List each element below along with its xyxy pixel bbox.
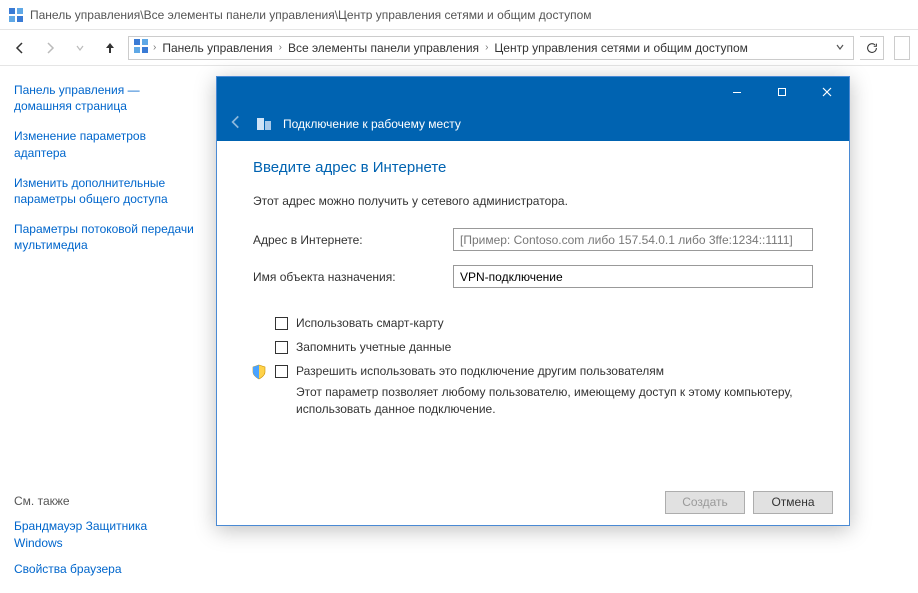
maximize-button[interactable]	[759, 77, 804, 107]
sidebar-link-streaming[interactable]: Параметры потоковой передачи мультимедиа	[14, 221, 196, 253]
sidebar-link-sharing[interactable]: Изменить дополнительные параметры общего…	[14, 175, 196, 207]
breadcrumb-item[interactable]: Панель управления	[160, 41, 274, 55]
address-icon	[133, 38, 149, 57]
nav-toolbar: › Панель управления › Все элементы панел…	[0, 30, 918, 66]
close-button[interactable]	[804, 77, 849, 107]
back-button[interactable]	[8, 36, 32, 60]
search-box[interactable]	[894, 36, 910, 60]
allow-others-description: Этот параметр позволяет любому пользоват…	[296, 384, 813, 418]
workplace-icon	[255, 115, 273, 133]
allow-others-checkbox[interactable]	[275, 365, 288, 378]
dialog-heading: Введите адрес в Интернете	[253, 159, 813, 176]
window-title: Панель управления\Все элементы панели уп…	[30, 8, 592, 22]
sidebar-link-adapter[interactable]: Изменение параметров адаптера	[14, 128, 196, 160]
window-titlebar: Панель управления\Все элементы панели уп…	[0, 0, 918, 30]
internet-address-label: Адрес в Интернете:	[253, 233, 453, 247]
breadcrumb-item[interactable]: Все элементы панели управления	[286, 41, 481, 55]
allow-others-label: Разрешить использовать это подключение д…	[296, 364, 664, 378]
minimize-button[interactable]	[714, 77, 759, 107]
destination-name-label: Имя объекта назначения:	[253, 270, 453, 284]
smartcard-checkbox[interactable]	[275, 317, 288, 330]
dialog-titlebar[interactable]	[217, 77, 849, 107]
dialog-subtext: Этот адрес можно получить у сетевого адм…	[253, 194, 813, 208]
shield-icon	[251, 364, 267, 380]
sidebar: Панель управления — домашняя страница Из…	[0, 66, 210, 593]
breadcrumb-item[interactable]: Центр управления сетями и общим доступом	[492, 41, 750, 55]
forward-button[interactable]	[38, 36, 62, 60]
destination-name-input[interactable]	[453, 265, 813, 288]
smartcard-label: Использовать смарт-карту	[296, 316, 444, 330]
internet-address-input[interactable]	[453, 228, 813, 251]
chevron-right-icon: ›	[279, 42, 282, 53]
address-dropdown[interactable]	[831, 41, 849, 55]
sidebar-link-browser[interactable]: Свойства браузера	[14, 561, 196, 577]
address-bar[interactable]: › Панель управления › Все элементы панел…	[128, 36, 854, 60]
chevron-right-icon: ›	[153, 42, 156, 53]
cancel-button[interactable]: Отмена	[753, 491, 833, 514]
remember-label: Запомнить учетные данные	[296, 340, 451, 354]
create-button[interactable]: Создать	[665, 491, 745, 514]
dialog-title: Подключение к рабочему месту	[283, 117, 461, 131]
dialog-back-button[interactable]	[227, 113, 245, 136]
vpn-wizard-dialog: Подключение к рабочему месту Введите адр…	[216, 76, 850, 526]
sidebar-see-also-heading: См. также	[14, 494, 196, 508]
up-button[interactable]	[98, 36, 122, 60]
recent-dropdown[interactable]	[68, 36, 92, 60]
dialog-header: Подключение к рабочему месту	[217, 107, 849, 141]
sidebar-home-link[interactable]: Панель управления — домашняя страница	[14, 82, 196, 114]
sidebar-link-firewall[interactable]: Брандмауэр Защитника Windows	[14, 518, 196, 550]
remember-checkbox[interactable]	[275, 341, 288, 354]
chevron-right-icon: ›	[485, 42, 488, 53]
refresh-button[interactable]	[860, 36, 884, 60]
app-icon	[8, 7, 24, 23]
dialog-body: Введите адрес в Интернете Этот адрес мож…	[217, 141, 849, 479]
dialog-footer: Создать Отмена	[217, 479, 849, 525]
